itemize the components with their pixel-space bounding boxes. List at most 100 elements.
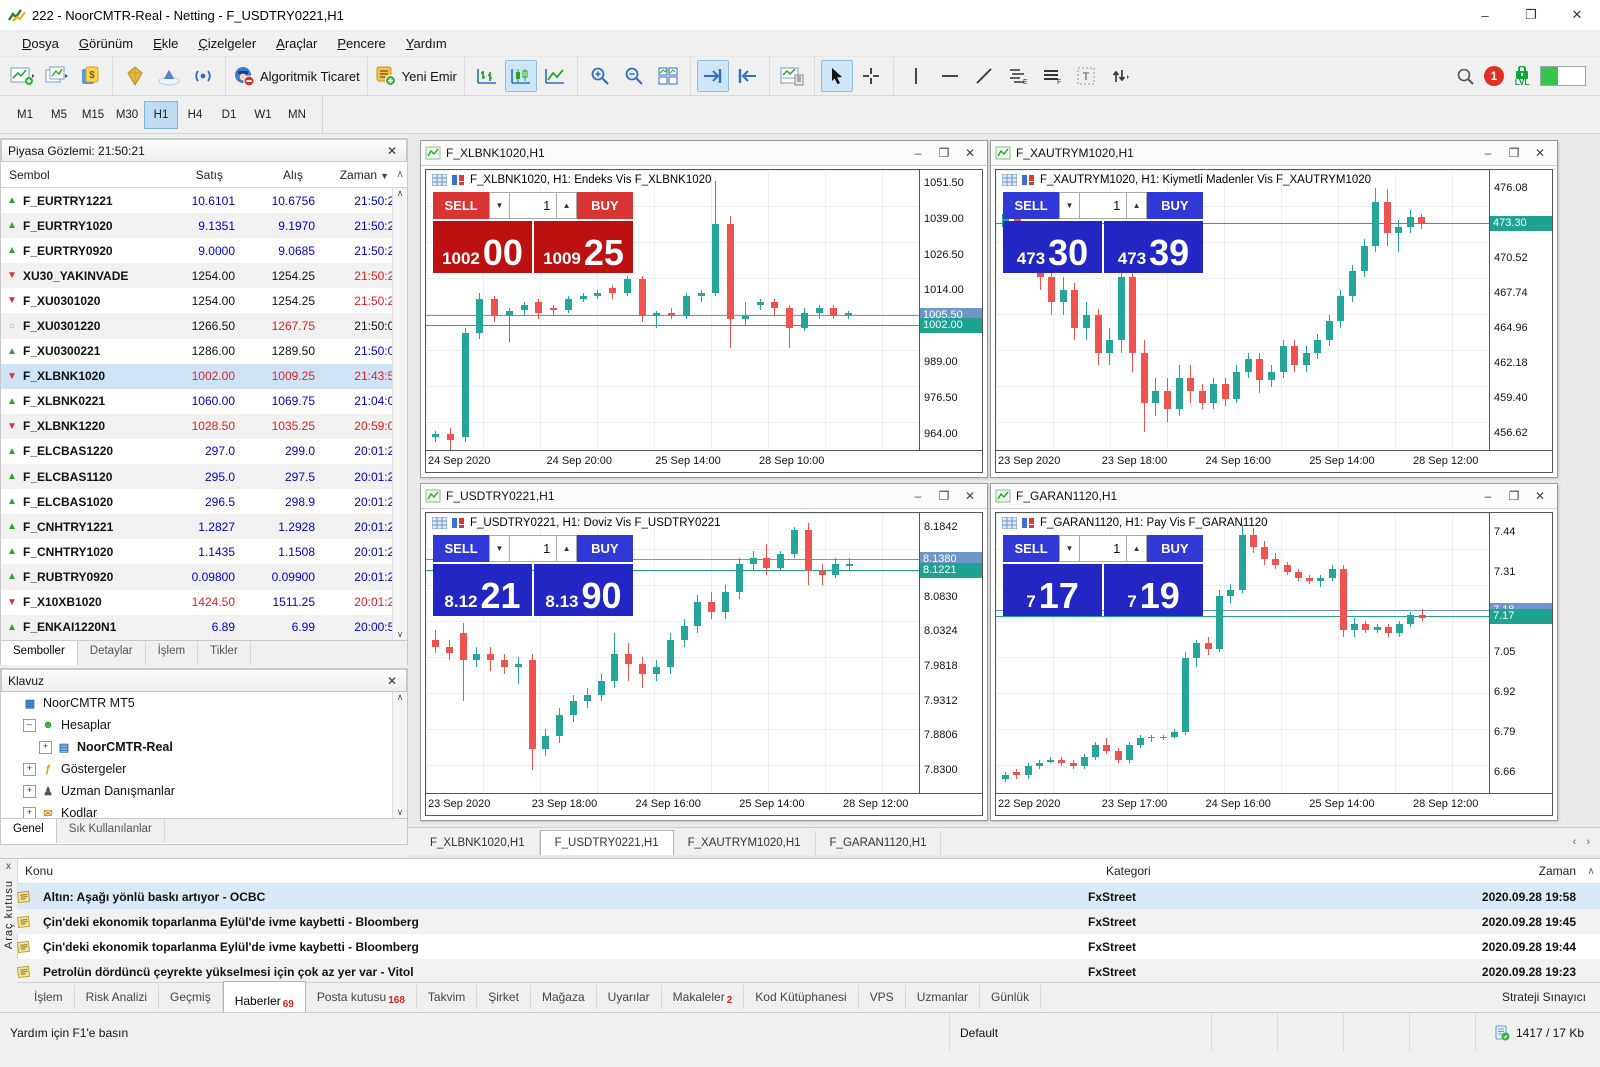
- quotes-grid-icon[interactable]: [432, 517, 447, 529]
- volume-dropdown-icon[interactable]: ▼: [489, 192, 509, 219]
- chart-maximize-button[interactable]: ❐: [1501, 489, 1527, 503]
- maximize-button[interactable]: ❐: [1508, 0, 1554, 30]
- toolbox-tab-haberler[interactable]: Haberler69: [223, 981, 306, 1013]
- scroll-up-icon[interactable]: ∧: [397, 188, 404, 199]
- market-watch-close-icon[interactable]: ✕: [384, 144, 400, 158]
- tile-windows-button[interactable]: [652, 60, 684, 92]
- chart-window-titlebar[interactable]: F_USDTRY0221,H1–❐✕: [421, 484, 987, 509]
- cursor-tool-button[interactable]: [821, 60, 853, 92]
- chart-tab-F_GARAN1120,H1[interactable]: F_GARAN1120,H1: [816, 831, 942, 855]
- search-icon[interactable]: [1456, 67, 1474, 85]
- menu-araçlar[interactable]: Araçlar: [266, 32, 327, 55]
- quotes-grid-icon[interactable]: [1002, 174, 1017, 186]
- chart-minimize-button[interactable]: –: [1475, 489, 1501, 503]
- chart-maximize-button[interactable]: ❐: [1501, 146, 1527, 160]
- menu-yardım[interactable]: Yardım: [396, 32, 457, 55]
- chart-plot-area[interactable]: F_XAUTRYM1020, H1: Kiymetli Madenler Vis…: [996, 170, 1490, 451]
- navigator-item-uzman-danışmanlar[interactable]: +♟Uzman Danışmanlar: [1, 780, 407, 802]
- depth-of-market-icon[interactable]: [1021, 174, 1036, 186]
- status-profile[interactable]: Default: [950, 1013, 1212, 1052]
- toolbox-tab-posta-kutusu[interactable]: Posta kutusu168: [306, 985, 417, 1009]
- chart-plot-area[interactable]: F_USDTRY0221, H1: Doviz Vis F_USDTRY0221…: [426, 513, 920, 794]
- volume-increase-icon[interactable]: ▲: [556, 535, 576, 562]
- menu-görünüm[interactable]: Görünüm: [69, 32, 143, 55]
- volume-input[interactable]: 1: [1080, 192, 1127, 219]
- market-watch-row[interactable]: ▲F_RUBTRY09200.098000.0990020:01:25: [1, 564, 407, 589]
- tab-tikler[interactable]: Tikler: [198, 641, 251, 665]
- market-watch-row[interactable]: ○F_XU03012201266.501267.7521:50:01: [1, 313, 407, 338]
- column-bid[interactable]: Satış: [131, 168, 223, 182]
- signals-icon[interactable]: [187, 60, 219, 92]
- timeframe-mn[interactable]: MN: [280, 101, 314, 129]
- navigator-item-noorcmtr-mt5[interactable]: ▦NoorCMTR MT5: [1, 692, 407, 714]
- menu-çizelgeler[interactable]: Çizelgeler: [188, 32, 266, 55]
- news-column-header[interactable]: Konu Kategori Zaman ∧: [17, 859, 1600, 884]
- market-watch-row[interactable]: ▲F_ELCBAS1120295.0297.520:01:27: [1, 464, 407, 489]
- toolbox-tab-mağaza[interactable]: Mağaza: [531, 985, 597, 1009]
- deposit-button[interactable]: $: [74, 60, 106, 92]
- chart-tab-F_USDTRY0221,H1[interactable]: F_USDTRY0221,H1: [540, 830, 674, 855]
- toolbox-tab-risk-analizi[interactable]: Risk Analizi: [75, 985, 159, 1009]
- sell-price[interactable]: 8.1221: [433, 564, 532, 616]
- new-chart-button[interactable]: [6, 60, 38, 92]
- chart-window-titlebar[interactable]: F_XAUTRYM1020,H1–❐✕: [991, 141, 1557, 166]
- buy-button[interactable]: BUY: [577, 535, 633, 562]
- timeframe-m15[interactable]: M15: [76, 101, 110, 129]
- buy-button[interactable]: BUY: [1147, 192, 1203, 219]
- market-watch-row[interactable]: ▲F_CNHTRY10201.14351.150820:01:25: [1, 539, 407, 564]
- toolbox-tab-günlük[interactable]: Günlük: [980, 985, 1041, 1009]
- timeframe-h1[interactable]: H1: [144, 101, 178, 129]
- news-row[interactable]: Çin'deki ekonomik toparlanma Eylül'de iv…: [17, 934, 1600, 959]
- close-button[interactable]: ✕: [1554, 0, 1600, 30]
- chart-shift-button[interactable]: [731, 60, 763, 92]
- chart-maximize-button[interactable]: ❐: [931, 146, 957, 160]
- trendline-tool[interactable]: [968, 60, 1000, 92]
- mql5-cloud-icon[interactable]: [153, 60, 185, 92]
- navigator-item-kodlar[interactable]: +✉Kodlar: [1, 802, 407, 818]
- buy-price[interactable]: 100925: [534, 221, 633, 273]
- mql5-market-icon[interactable]: [119, 60, 151, 92]
- navigator-scrollbar[interactable]: ∧∨: [392, 692, 407, 818]
- market-watch-row[interactable]: ▲F_EURTRY122110.610110.675621:50:21: [1, 188, 407, 213]
- channel-tool[interactable]: F: [1036, 60, 1068, 92]
- arrows-tool[interactable]: [1104, 60, 1136, 92]
- menu-dosya[interactable]: Dosya: [12, 32, 69, 55]
- zoom-in-button[interactable]: [584, 60, 616, 92]
- market-watch-row[interactable]: ▼F_XLBNK12201028.501035.2520:59:08: [1, 414, 407, 439]
- market-watch-scrollbar[interactable]: ∧∨: [392, 188, 407, 640]
- timeframe-m30[interactable]: M30: [110, 101, 144, 129]
- column-subject[interactable]: Konu: [17, 864, 1106, 878]
- market-watch-row[interactable]: ▲F_CNHTRY12211.28271.292820:01:25: [1, 514, 407, 539]
- volume-input[interactable]: 1: [510, 192, 557, 219]
- chart-window-titlebar[interactable]: F_GARAN1120,H1–❐✕: [991, 484, 1557, 509]
- sell-price[interactable]: 100200: [433, 221, 532, 273]
- chart-close-button[interactable]: ✕: [1527, 489, 1553, 503]
- toolbox-tab-şirket[interactable]: Şirket: [477, 985, 531, 1009]
- volume-increase-icon[interactable]: ▲: [1126, 535, 1146, 562]
- algo-trading-button[interactable]: Algoritmik Ticaret: [232, 60, 361, 92]
- tab-detaylar[interactable]: Detaylar: [78, 641, 146, 665]
- chart-window-titlebar[interactable]: F_XLBNK1020,H1–❐✕: [421, 141, 987, 166]
- market-watch-row[interactable]: ▲F_XLBNK02211060.001069.7521:04:05: [1, 389, 407, 414]
- scroll-up-icon[interactable]: ∧: [393, 169, 407, 180]
- sell-button[interactable]: SELL: [1003, 192, 1059, 219]
- chart-minimize-button[interactable]: –: [905, 146, 931, 160]
- news-row[interactable]: Çin'deki ekonomik toparlanma Eylül'de iv…: [17, 909, 1600, 934]
- chart-plot-area[interactable]: F_XLBNK1020, H1: Endeks Vis F_XLBNK1020S…: [426, 170, 920, 451]
- buy-button[interactable]: BUY: [1147, 535, 1203, 562]
- column-time[interactable]: Zaman▼: [303, 168, 393, 182]
- column-category[interactable]: Kategori: [1106, 864, 1426, 878]
- sell-price[interactable]: 717: [1003, 564, 1102, 616]
- toolbox-tab-uzmanlar[interactable]: Uzmanlar: [906, 985, 980, 1009]
- chart-tab-scroll-arrows[interactable]: ‹›: [1573, 828, 1590, 855]
- chart-tab-F_XAUTRYM1020,H1[interactable]: F_XAUTRYM1020,H1: [674, 831, 816, 855]
- depth-of-market-icon[interactable]: [1021, 517, 1036, 529]
- market-watch-row[interactable]: ▲F_ELCBAS1220297.0299.020:01:27: [1, 439, 407, 464]
- vertical-line-tool[interactable]: [900, 60, 932, 92]
- news-sort-icon[interactable]: ∧: [1582, 866, 1600, 877]
- volume-increase-icon[interactable]: ▲: [556, 192, 576, 219]
- menu-ekle[interactable]: Ekle: [143, 32, 188, 55]
- market-watch-column-header[interactable]: Sembol Satış Alış Zaman▼ ∧: [1, 162, 407, 188]
- quotes-grid-icon[interactable]: [432, 174, 447, 186]
- new-order-button[interactable]: Yeni Emir: [374, 60, 458, 92]
